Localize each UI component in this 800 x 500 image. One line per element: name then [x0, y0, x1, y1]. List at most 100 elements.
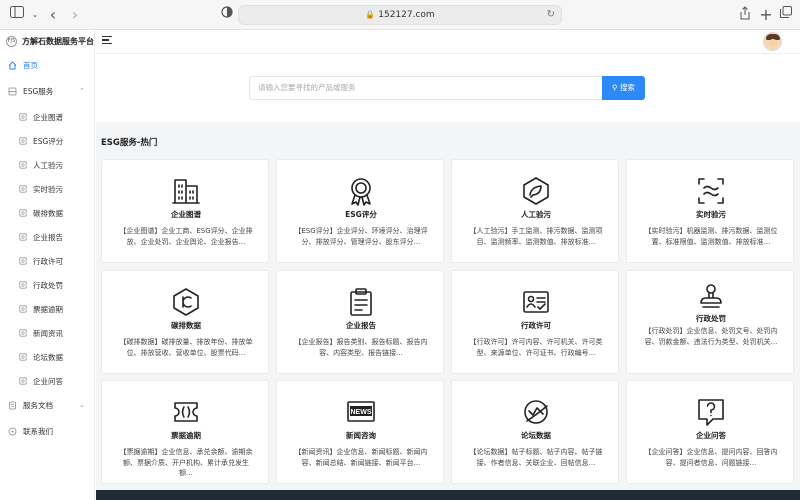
sidebar-item-5[interactable]: 碳排数据 [0, 204, 95, 222]
sidebar-item-7[interactable]: 行政许可 [0, 252, 95, 270]
service-card[interactable]: 票据逾期【票据逾期】企业信息、承兑余额、逾期余额、票据介质、开户机构、累计承兑发… [101, 380, 269, 484]
sidebar-item-8[interactable]: 行政处罚 [0, 276, 95, 294]
question-icon [18, 376, 27, 386]
card-title: 实时验污 [696, 210, 726, 219]
document-icon [8, 401, 17, 410]
badge-icon [346, 176, 376, 206]
sidebar-item-10[interactable]: 新闻资讯 [0, 324, 95, 342]
building-icon [171, 176, 201, 206]
user-avatar[interactable] [763, 32, 782, 51]
shield-icon[interactable] [218, 6, 236, 24]
section-title: ESG服务-热门 [101, 138, 158, 148]
new-tab-icon[interactable]: + [757, 6, 775, 24]
sidebar-item-1[interactable]: 企业图谱 [0, 108, 95, 126]
sidebar-item-12[interactable]: 企业问答 [0, 372, 95, 390]
app-title: 方解石数据服务平台 [22, 36, 94, 46]
sidebar-item-3[interactable]: 人工验污 [0, 156, 95, 174]
chevron-down-icon[interactable]: ⌄ [26, 6, 44, 24]
sidebar-item-2[interactable]: ESG评分 [0, 132, 95, 150]
sidebar-item-label: 人工验污 [33, 160, 63, 170]
sidebar-item-label: 企业报告 [33, 232, 63, 242]
sidebar-toggle-icon[interactable] [8, 6, 26, 24]
question-icon [696, 397, 726, 427]
report-icon [346, 287, 376, 317]
sidebar-item-label: 碳排数据 [33, 208, 63, 218]
tabs-overview-icon[interactable] [777, 6, 795, 24]
monitor-icon [696, 176, 726, 206]
ticket-icon [18, 304, 27, 314]
permit-icon [18, 256, 27, 266]
service-card[interactable]: 碳排数据 【碳排数据】碳排放量、排放年份、排放单位、排放营收、营收单位、股票代码.… [101, 270, 269, 374]
monitor-icon [18, 184, 27, 194]
service-card[interactable]: 企业问答【企业问答】企业信息、提问内容、回答内容、提问者信息、问题链接... [626, 380, 794, 484]
app-brand[interactable]: FJS 方解石数据服务平台 [6, 34, 94, 48]
sidebar-item-label: 企业问答 [33, 376, 63, 386]
service-card[interactable]: 行政处罚【行政处罚】企业信息、处罚文号、处罚内容、罚款金额、违法行为类型、处罚机… [626, 270, 794, 374]
address-bar[interactable]: 🔒 152127.com ↻ [238, 5, 562, 25]
sidebar-item-contact[interactable]: 联系我们 [0, 422, 95, 440]
carbon-icon [18, 208, 27, 218]
search-button-label: 搜索 [619, 83, 635, 92]
sidebar-item-label: 服务文档 [23, 400, 53, 410]
card-title: 行政处罚 [696, 314, 726, 323]
service-card[interactable]: ESG评分 【ESG评分】企业评分、环境评分、治理评分、排放评分、管理评分、股东评… [276, 159, 444, 263]
sidebar-item-11[interactable]: 论坛数据 [0, 348, 95, 366]
sidebar-item-9[interactable]: 票据逾期 [0, 300, 95, 318]
url-text: 152127.com [378, 10, 435, 20]
share-icon[interactable] [736, 6, 754, 24]
forward-icon[interactable]: › [66, 6, 84, 24]
card-title: 人工验污 [521, 210, 551, 219]
card-title: 企业报告 [346, 321, 376, 330]
sidebar-item-4[interactable]: 实时验污 [0, 180, 95, 198]
service-card[interactable]: NEWS 新闻咨询 【新闻资讯】企业信息、新闻标题、新闻内容、新闻总结、新闻链接、新… [276, 380, 444, 484]
card-description: 【人工验污】手工监测、排污数据、监测项目、监测频率、监测数值、排放标准... [469, 227, 603, 246]
service-card[interactable]: 论坛数据 【论坛数据】帖子标题、帖子内容、帖子链接、作者信息、关联企业、回帖信息.… [451, 380, 619, 484]
badge-icon [18, 136, 27, 146]
card-description: 【行政处罚】企业信息、处罚文号、处罚内容、罚款金额、违法行为类型、处罚机关... [644, 327, 778, 346]
chevron-down-icon: ⌄ [79, 401, 85, 409]
sidebar-group-label: ESG服务 [23, 86, 54, 96]
browser-toolbar: ⌄ ‹ › 🔒 152127.com ↻ + [0, 0, 800, 30]
stamp-icon [18, 280, 27, 290]
reload-icon[interactable]: ↻ [547, 6, 555, 24]
sidebar-item-label: 企业图谱 [33, 112, 63, 122]
ticket-icon [171, 397, 201, 427]
svg-text:NEWS: NEWS [351, 409, 372, 416]
card-title: 企业图谱 [171, 210, 201, 219]
service-card[interactable]: 企业报告 【企业报告】报告类别、报告标题、报告内容、内容类型、报告链接... [276, 270, 444, 374]
service-card[interactable]: 行政许可 【行政许可】许可内容、许可机关、许可类型、来源单位、许可证书、行政编号.… [451, 270, 619, 374]
service-card[interactable]: 企业图谱【企业图谱】企业工商、ESG评分、企业排放、企业处罚、企业舆论、企业报告… [101, 159, 269, 263]
news-icon: NEWS [346, 397, 376, 427]
building-icon [18, 112, 27, 122]
menu-toggle-icon[interactable] [102, 36, 112, 46]
home-icon [8, 60, 17, 70]
sidebar-item-6[interactable]: 企业报告 [0, 228, 95, 246]
sidebar-group-esg[interactable]: ESG服务 ⌃ [0, 82, 95, 100]
back-icon[interactable]: ‹ [44, 6, 62, 24]
sidebar-item-docs[interactable]: 服务文档 ⌄ [0, 396, 95, 414]
card-description: 【企业图谱】企业工商、ESG评分、企业排放、企业处罚、企业舆论、企业报告... [119, 227, 253, 246]
sidebar-item-label: 论坛数据 [33, 352, 63, 362]
card-title: 企业问答 [696, 431, 726, 440]
service-card[interactable]: 实时验污 【实时验污】机器监测、排污数据、监测位置、标准限值、监测数值、排放标准.… [626, 159, 794, 263]
card-description: 【碳排数据】碳排放量、排放年份、排放单位、排放营收、营收单位、股票代码... [119, 338, 253, 357]
search-input[interactable]: 请输入您要寻找的产品或服务 [249, 76, 602, 100]
permit-icon [521, 287, 551, 317]
card-description: 【新闻资讯】企业信息、新闻标题、新闻内容、新闻总结、新闻链接、新闻平台... [294, 448, 428, 467]
leaf-icon [18, 160, 27, 170]
card-description: 【行政许可】许可内容、许可机关、许可类型、来源单位、许可证书、行政编号... [469, 338, 603, 357]
app-logo-icon: FJS [6, 35, 17, 47]
sidebar-item-label: 首页 [23, 60, 38, 70]
service-card[interactable]: 人工验污【人工验污】手工监测、排污数据、监测项目、监测频率、监测数值、排放标准.… [451, 159, 619, 263]
stamp-icon [696, 281, 726, 311]
card-description: 【票据逾期】企业信息、承兑余额、逾期余额、票据介质、开户机构、累计承兑发生额..… [119, 448, 253, 478]
card-description: 【企业问答】企业信息、提问内容、回答内容、提问者信息、问题链接... [644, 448, 778, 467]
sidebar-item-home[interactable]: 首页 [0, 56, 95, 74]
lock-icon: 🔒 [365, 10, 376, 19]
card-title: 票据逾期 [171, 431, 201, 440]
leaf-icon [521, 176, 551, 206]
search-button[interactable]: ⚲ 搜索 [602, 76, 645, 100]
report-icon [18, 232, 27, 242]
chevron-up-icon: ⌃ [79, 87, 85, 95]
carbon-icon [171, 287, 201, 317]
